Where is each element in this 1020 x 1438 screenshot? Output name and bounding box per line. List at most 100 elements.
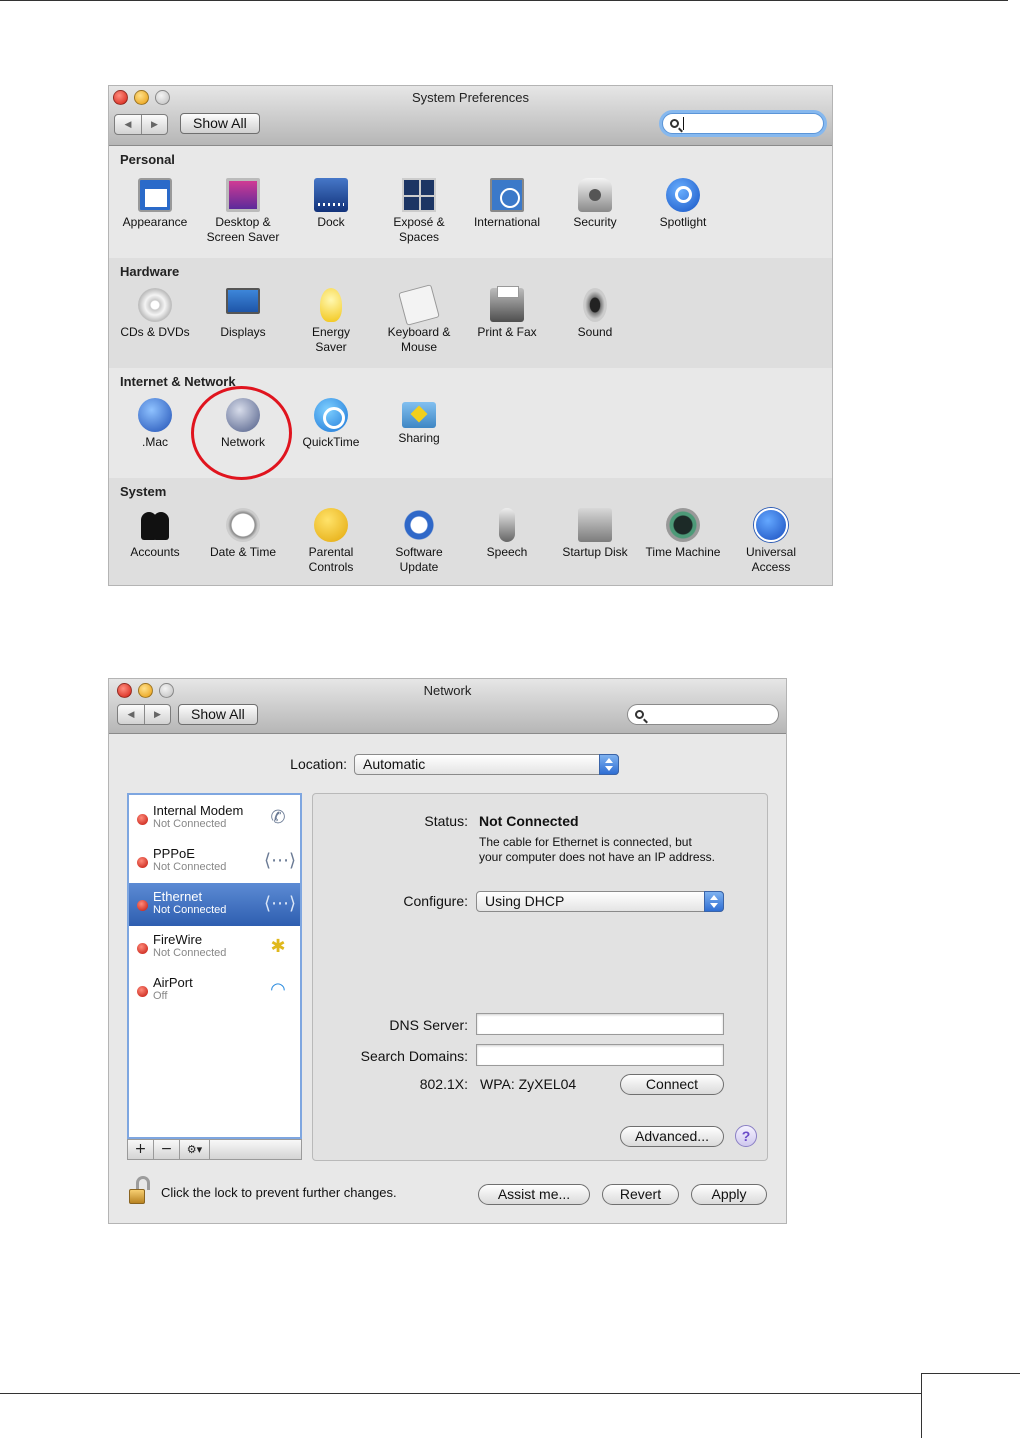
lightbulb-icon bbox=[320, 288, 342, 322]
pref-label: Date & Time bbox=[209, 545, 277, 559]
configure-popup[interactable]: Using DHCP bbox=[476, 891, 724, 912]
connect-button[interactable]: Connect bbox=[620, 1074, 724, 1095]
microphone-icon bbox=[499, 508, 515, 542]
location-popup[interactable]: Automatic bbox=[354, 754, 619, 775]
gear-icon[interactable]: ⚙▾ bbox=[180, 1140, 210, 1159]
service-ethernet[interactable]: Ethernet Not Connected ⟨⋯⟩ bbox=[129, 883, 300, 926]
section-title: Personal bbox=[120, 152, 175, 167]
window-title: System Preferences bbox=[411, 90, 530, 105]
service-pppoe[interactable]: PPPoE Not Connected ⟨⋯⟩ bbox=[129, 840, 300, 883]
configure-label: Configure: bbox=[403, 893, 468, 909]
forward-arrow-icon[interactable]: ▶ bbox=[144, 705, 170, 724]
status-dot-icon bbox=[137, 900, 148, 911]
printer-icon bbox=[490, 286, 524, 322]
pref-spotlight[interactable]: Spotlight bbox=[639, 178, 727, 230]
revert-button[interactable]: Revert bbox=[602, 1184, 679, 1205]
pref-mac[interactable]: .Mac bbox=[111, 398, 199, 450]
search-input[interactable] bbox=[627, 704, 779, 725]
pref-cds-dvds[interactable]: CDs & DVDs bbox=[111, 288, 199, 340]
show-all-button[interactable]: Show All bbox=[180, 113, 260, 134]
pref-dock[interactable]: Dock bbox=[287, 178, 375, 230]
pref-accounts[interactable]: Accounts bbox=[111, 508, 199, 560]
status-description: The cable for Ethernet is connected, but… bbox=[479, 835, 715, 864]
pref-label: Sharing bbox=[398, 431, 440, 445]
assist-me-button[interactable]: Assist me... bbox=[478, 1184, 590, 1205]
pref-appearance[interactable]: Appearance bbox=[111, 178, 199, 230]
remove-service-button[interactable]: − bbox=[154, 1140, 180, 1159]
pref-print-fax[interactable]: Print & Fax bbox=[463, 286, 551, 340]
service-name: FireWire bbox=[153, 932, 203, 947]
pref-label: Parental Controls bbox=[308, 545, 354, 574]
pref-label: Dock bbox=[317, 215, 345, 229]
pref-expose-spaces[interactable]: Exposé & Spaces bbox=[375, 178, 463, 245]
system-preferences-window: System Preferences ◀ ▶ Show All Personal… bbox=[108, 85, 833, 586]
desktop-icon bbox=[226, 178, 260, 212]
pref-universal-access[interactable]: Universal Access bbox=[727, 508, 815, 575]
service-status: Not Connected bbox=[153, 947, 227, 959]
popup-arrows-icon bbox=[599, 754, 619, 775]
pref-desktop-screen-saver[interactable]: Desktop & Screen Saver bbox=[199, 178, 287, 245]
expose-icon bbox=[402, 178, 436, 212]
section-title: System bbox=[120, 484, 167, 499]
back-arrow-icon[interactable]: ◀ bbox=[115, 115, 141, 134]
appearance-icon bbox=[138, 178, 172, 212]
service-name: Internal Modem bbox=[153, 803, 244, 818]
dns-server-field[interactable] bbox=[476, 1013, 724, 1035]
service-internal-modem[interactable]: Internal Modem Not Connected ✆ bbox=[129, 797, 300, 840]
pref-label: Sound bbox=[577, 325, 613, 339]
pref-startup-disk[interactable]: Startup Disk bbox=[551, 508, 639, 560]
globe-icon bbox=[138, 398, 172, 432]
pref-software-update[interactable]: Software Update bbox=[375, 508, 463, 575]
pref-label: Software Update bbox=[395, 545, 443, 574]
apply-button[interactable]: Apply bbox=[691, 1184, 767, 1205]
service-firewire[interactable]: FireWire Not Connected ✱ bbox=[129, 926, 300, 969]
pref-label: Time Machine bbox=[645, 545, 721, 559]
pref-parental-controls[interactable]: Parental Controls bbox=[287, 508, 375, 575]
service-list: Internal Modem Not Connected ✆ PPPoE Not… bbox=[127, 793, 302, 1139]
dock-icon bbox=[314, 178, 348, 212]
section-title: Hardware bbox=[120, 264, 180, 279]
service-status: Not Connected bbox=[153, 818, 227, 830]
phone-icon: ✆ bbox=[270, 807, 286, 828]
pref-keyboard-mouse[interactable]: Keyboard & Mouse bbox=[375, 284, 463, 355]
lock-icon[interactable] bbox=[127, 1176, 153, 1204]
pref-security[interactable]: Security bbox=[551, 178, 639, 230]
title-bar: System Preferences ◀ ▶ Show All bbox=[109, 86, 832, 146]
pref-energy-saver[interactable]: Energy Saver bbox=[287, 288, 375, 355]
security-icon bbox=[578, 178, 612, 212]
pref-sharing[interactable]: Sharing bbox=[375, 398, 463, 446]
search-input[interactable] bbox=[662, 113, 824, 134]
quicktime-icon bbox=[314, 398, 348, 432]
pref-international[interactable]: International bbox=[463, 178, 551, 230]
pref-label: Keyboard & Mouse bbox=[387, 325, 451, 354]
lock-shackle bbox=[136, 1176, 150, 1190]
pref-quicktime[interactable]: QuickTime bbox=[287, 398, 375, 450]
pref-sound[interactable]: Sound bbox=[551, 288, 639, 340]
add-service-button[interactable]: + bbox=[128, 1140, 154, 1159]
pref-speech[interactable]: Speech bbox=[463, 508, 551, 560]
pref-date-time[interactable]: Date & Time bbox=[199, 508, 287, 560]
network-window: Network ◀ ▶ Show All Location: Automatic… bbox=[108, 678, 787, 1224]
search-icon bbox=[635, 710, 644, 719]
pref-label: Appearance bbox=[122, 215, 188, 229]
pref-displays[interactable]: Displays bbox=[199, 288, 287, 340]
sharing-folder-icon bbox=[402, 402, 436, 428]
help-icon[interactable]: ? bbox=[735, 1125, 757, 1147]
pref-label: Universal Access bbox=[745, 545, 796, 574]
pref-label: Energy Saver bbox=[311, 325, 351, 354]
pref-time-machine[interactable]: Time Machine bbox=[639, 508, 727, 560]
status-dot-icon bbox=[137, 943, 148, 954]
forward-arrow-icon[interactable]: ▶ bbox=[141, 115, 167, 134]
pref-label: Displays bbox=[220, 325, 266, 339]
search-domains-field[interactable] bbox=[476, 1044, 724, 1066]
back-arrow-icon[interactable]: ◀ bbox=[118, 705, 144, 724]
show-all-button[interactable]: Show All bbox=[178, 704, 258, 725]
advanced-button[interactable]: Advanced... bbox=[620, 1126, 724, 1147]
service-status: Not Connected bbox=[153, 861, 227, 873]
pref-label: Desktop & Screen Saver bbox=[206, 215, 280, 244]
service-airport[interactable]: AirPort Off ◠ bbox=[129, 969, 300, 1012]
location-value: Automatic bbox=[363, 756, 426, 772]
section-personal: Personal Appearance Desktop & Screen Sav… bbox=[109, 146, 832, 258]
status-dot-icon bbox=[137, 814, 148, 825]
clock-calendar-icon bbox=[226, 508, 260, 542]
